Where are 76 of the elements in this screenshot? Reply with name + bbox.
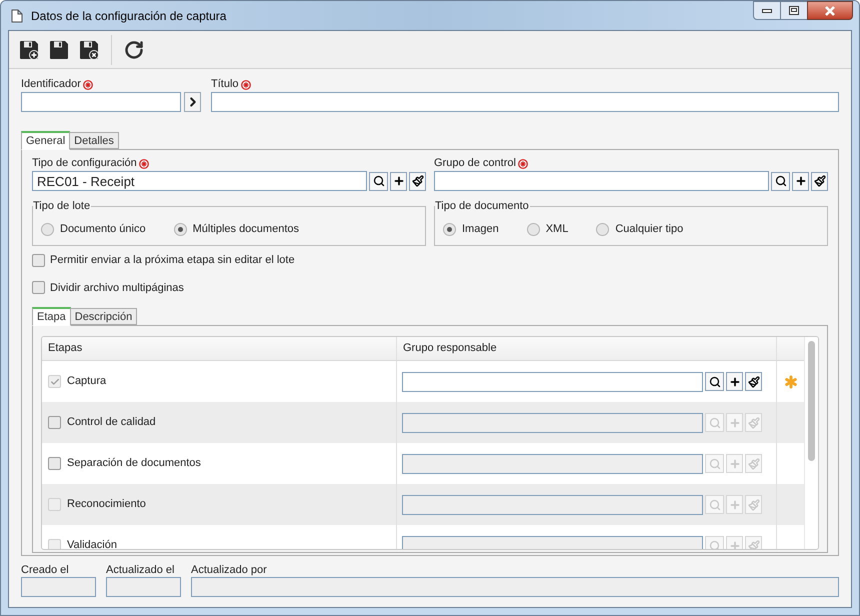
- radio-label: Documento único: [60, 222, 146, 237]
- go-button[interactable]: [184, 92, 201, 112]
- field-label: Creado el: [21, 563, 70, 577]
- scrollbar-thumb[interactable]: [808, 341, 815, 461]
- input-field[interactable]: [434, 171, 769, 191]
- radio-button[interactable]: [41, 222, 54, 236]
- stage-name: Separación de documentos: [67, 456, 201, 472]
- plus-icon: [392, 175, 404, 187]
- brush-icon: [412, 175, 424, 187]
- plus-icon: [728, 376, 740, 388]
- column-header: Grupo responsable: [397, 337, 777, 360]
- add-button[interactable]: [390, 172, 407, 190]
- search-icon: [372, 175, 384, 187]
- close-button[interactable]: [807, 1, 853, 20]
- checkbox-label: Dividir archivo multipáginas: [50, 280, 184, 296]
- search-icon: [708, 498, 720, 510]
- tab[interactable]: General: [21, 131, 70, 150]
- window-title: Datos de la configuración de captura: [31, 8, 226, 24]
- stage-name: Captura: [67, 374, 106, 390]
- plus-icon: [794, 175, 806, 187]
- brush-icon: [814, 175, 826, 187]
- group-legend: Tipo de lote: [33, 199, 92, 213]
- tab[interactable]: Etapa: [32, 307, 71, 326]
- field-label: Título: [211, 77, 239, 92]
- search-icon: [708, 458, 720, 470]
- minimize-icon: [762, 8, 772, 12]
- field-label: Grupo de control: [434, 156, 516, 172]
- maximize-button[interactable]: [781, 1, 807, 20]
- close-icon: [824, 6, 836, 16]
- search-icon: [708, 416, 720, 428]
- field-label: Actualizado por: [191, 563, 268, 577]
- input-field[interactable]: [211, 92, 839, 112]
- radio-button[interactable]: [174, 222, 187, 236]
- brush-icon: [748, 458, 760, 470]
- checkbox-label: Permitir enviar a la próxima etapa sin editar el lote: [50, 253, 295, 268]
- refresh-icon: [124, 40, 144, 60]
- plus-icon: [728, 498, 740, 510]
- checkbox[interactable]: [32, 281, 45, 294]
- radio-label: Múltiples documentos: [192, 222, 299, 237]
- search-icon: [774, 175, 786, 187]
- radio-label: Imagen: [462, 222, 499, 237]
- brush-icon: [748, 498, 760, 510]
- clear-button[interactable]: [811, 172, 828, 190]
- search-button[interactable]: [369, 172, 388, 190]
- minimize-button[interactable]: [753, 1, 781, 20]
- tab[interactable]: Detalles: [69, 132, 119, 149]
- radio-button[interactable]: [526, 222, 540, 236]
- search-button[interactable]: [771, 172, 790, 190]
- input-field[interactable]: REC01 - Receipt: [32, 171, 367, 191]
- stage-name: Reconocimiento: [67, 497, 146, 512]
- checkbox[interactable]: [32, 254, 45, 267]
- column-header: Etapas: [42, 337, 397, 360]
- checkbox[interactable]: [48, 457, 61, 470]
- check-icon: [50, 376, 60, 386]
- group-legend: Tipo de documento: [435, 199, 530, 213]
- search-icon: [708, 376, 720, 388]
- field-label: Tipo de configuración: [32, 156, 137, 172]
- clear-button[interactable]: [409, 172, 426, 190]
- input-field[interactable]: [21, 92, 181, 112]
- tab[interactable]: Descripción: [70, 308, 138, 325]
- stage-name: Control de calidad: [67, 415, 156, 430]
- plus-icon: [728, 416, 740, 428]
- radio-label: XML: [546, 222, 568, 237]
- brush-icon: [748, 416, 760, 428]
- field-label: Actualizado el: [106, 563, 176, 577]
- maximize-icon: [789, 6, 799, 15]
- radio-label: Cualquier tipo: [615, 222, 684, 237]
- field-label: Identificador: [21, 77, 81, 92]
- radio-button[interactable]: [596, 222, 610, 236]
- stage-name: Validación: [67, 538, 117, 549]
- checkbox[interactable]: [48, 416, 61, 429]
- plus-icon: [728, 458, 740, 470]
- brush-icon: [748, 376, 760, 388]
- radio-button[interactable]: [443, 222, 456, 236]
- document-icon: [11, 8, 23, 22]
- add-button[interactable]: [792, 172, 809, 190]
